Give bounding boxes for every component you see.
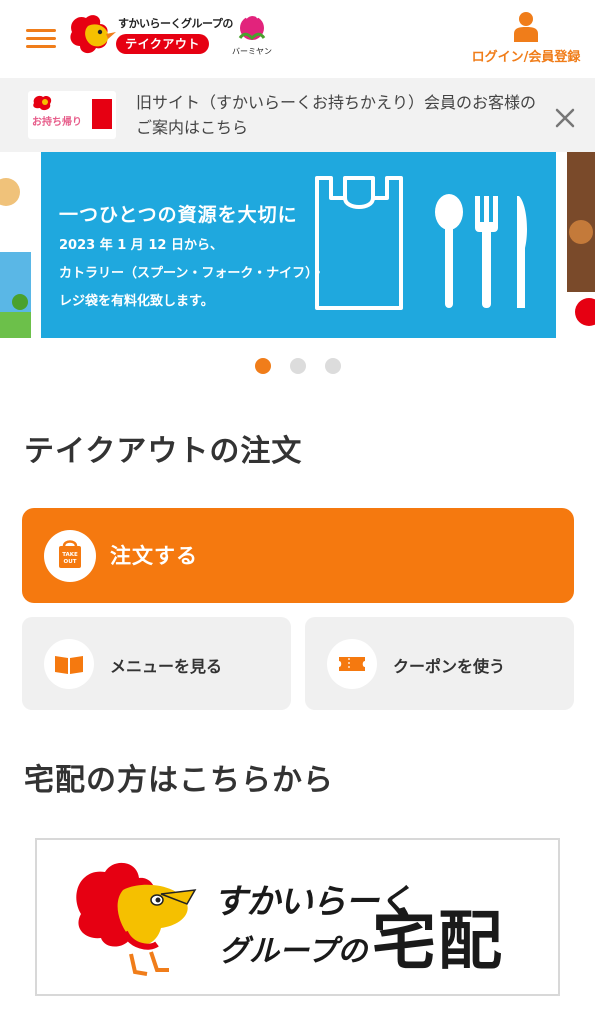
carousel-dot-1[interactable] bbox=[255, 358, 271, 374]
slide-title: 一つひとつの資源を大切に bbox=[59, 204, 298, 226]
book-graphic bbox=[55, 656, 83, 674]
legacy-member-notice[interactable]: お持ち帰り 旧サイト（すかいらーくお持ちかえり）会員のお客様のご案内はこちら bbox=[0, 78, 595, 152]
login-register-link[interactable]: ログイン/会員登録 bbox=[466, 8, 586, 68]
hamburger-menu-icon[interactable] bbox=[26, 27, 56, 51]
next-slide-peek[interactable] bbox=[567, 152, 595, 338]
notice-text[interactable]: 旧サイト（すかいらーくお持ちかえり）会員のお客様のご案内はこちら bbox=[136, 90, 546, 140]
use-coupon-label: クーポンを使う bbox=[393, 657, 506, 676]
mascot-bird-icon bbox=[76, 862, 197, 976]
brand-service-pill: テイクアウト bbox=[116, 34, 209, 54]
notice-thumb-badge bbox=[92, 99, 112, 129]
use-coupon-button[interactable]: クーポンを使う bbox=[305, 617, 574, 710]
brand-name: すかいらーくグループの bbox=[118, 17, 233, 30]
user-icon bbox=[514, 12, 538, 42]
previous-slide-peek[interactable] bbox=[0, 152, 31, 338]
carousel-pagination bbox=[0, 358, 595, 376]
slide-line-1: 2023 年 1 月 12 日から、 bbox=[59, 238, 223, 253]
view-menu-label: メニューを見る bbox=[110, 657, 223, 676]
carousel-dot-2[interactable] bbox=[290, 358, 306, 374]
book-icon bbox=[44, 639, 94, 689]
delivery-section-title: 宅配の方はこちらから bbox=[24, 763, 334, 798]
current-slide[interactable]: 一つひとつの資源を大切に 2023 年 1 月 12 日から、 カトラリー（スプ… bbox=[41, 152, 556, 338]
order-icon-text-top: TAKE bbox=[62, 552, 78, 558]
notice-thumbnail: お持ち帰り bbox=[28, 91, 116, 139]
brand-logo[interactable]: すかいらーくグループの テイクアウト bbox=[66, 12, 233, 58]
mascot-bird-icon bbox=[70, 15, 116, 54]
peach-icon bbox=[238, 14, 266, 41]
slide-prev-art bbox=[0, 152, 31, 338]
sub-brand-name: バーミヤン bbox=[232, 47, 272, 56]
order-icon-text-bottom: OUT bbox=[64, 559, 77, 565]
ticket-graphic bbox=[339, 657, 365, 671]
notice-close-button[interactable] bbox=[551, 104, 579, 132]
slide-line-2: カトラリー（スプーン・フォーク・ナイフ）・ bbox=[59, 266, 325, 281]
ticket-icon bbox=[327, 639, 377, 689]
mascot-small-icon bbox=[33, 95, 52, 111]
order-button-label: 注文する bbox=[110, 544, 198, 568]
bag-graphic: TAKE OUT bbox=[59, 540, 81, 568]
shopping-bag-icon bbox=[315, 176, 403, 310]
cutlery-icon bbox=[435, 194, 527, 308]
close-icon bbox=[555, 108, 575, 128]
notice-thumb-text: お持ち帰り bbox=[32, 117, 82, 128]
carousel-dot-3[interactable] bbox=[325, 358, 341, 374]
delivery-banner-line2: グループの bbox=[219, 934, 368, 969]
order-button[interactable]: TAKE OUT 注文する bbox=[22, 508, 574, 603]
login-label: ログイン/会員登録 bbox=[471, 50, 581, 65]
delivery-banner-link[interactable]: すかいらーく グループの 宅配 bbox=[35, 838, 560, 996]
promo-carousel[interactable]: 一つひとつの資源を大切に 2023 年 1 月 12 日から、 カトラリー（スプ… bbox=[0, 152, 595, 342]
delivery-banner-big-text: 宅配 bbox=[372, 904, 504, 979]
slide-line-3: レジ袋を有料化致します。 bbox=[59, 294, 214, 309]
bermiyan-logo[interactable]: バーミヤン bbox=[230, 12, 274, 58]
takeout-section-title: テイクアウトの注文 bbox=[24, 434, 303, 469]
slide-next-art bbox=[567, 152, 595, 338]
takeout-bag-icon: TAKE OUT bbox=[44, 530, 96, 582]
site-header: すかいらーくグループの テイクアウト バーミヤン ログイン/会員登録 bbox=[0, 0, 595, 78]
view-menu-button[interactable]: メニューを見る bbox=[22, 617, 291, 710]
